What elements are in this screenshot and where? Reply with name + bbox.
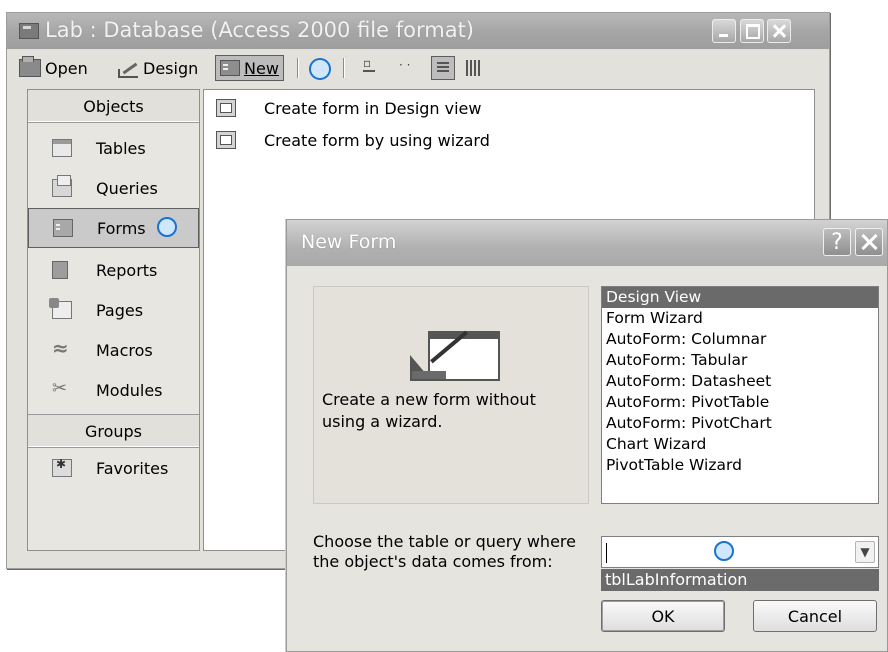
highlight-circle <box>714 541 734 561</box>
database-title: Lab : Database (Access 2000 file format) <box>45 18 474 42</box>
group-label: Favorites <box>96 458 169 478</box>
new-button[interactable]: New <box>215 55 284 81</box>
source-label: Choose the table or query where the obje… <box>313 532 576 571</box>
object-item-tables[interactable]: Tables <box>28 130 199 166</box>
cancel-button[interactable]: Cancel <box>753 600 877 632</box>
design-label: Design <box>143 58 199 78</box>
object-item-macros[interactable]: Macros <box>28 332 199 368</box>
list-item[interactable]: Design View <box>602 287 878 308</box>
list-item[interactable]: AutoForm: PivotTable <box>602 392 878 413</box>
new-form-icon <box>220 60 240 76</box>
toolbar-separator <box>297 58 299 78</box>
close-icon[interactable] <box>767 19 791 43</box>
preview-panel: Create a new form without using a wizard… <box>313 286 589 504</box>
object-item-forms[interactable]: Forms <box>28 208 199 248</box>
object-label: Reports <box>96 260 158 280</box>
object-label: Modules <box>96 380 163 400</box>
source-option[interactable]: tblLabInformation <box>601 569 879 591</box>
large-icons-icon[interactable] <box>359 56 381 78</box>
list-view-icon[interactable] <box>431 56 455 80</box>
object-label: Pages <box>96 300 144 320</box>
toolbar-separator <box>343 58 345 78</box>
object-item-modules[interactable]: Modules <box>28 372 199 408</box>
query-icon <box>52 175 72 197</box>
ok-button[interactable]: OK <box>601 600 725 632</box>
small-icons-icon[interactable] <box>397 58 419 78</box>
list-item[interactable]: AutoForm: Columnar <box>602 329 878 350</box>
new-label: New <box>244 58 279 78</box>
chevron-down-icon[interactable]: ▼ <box>855 541 875 563</box>
dialog-title: New Form <box>301 231 397 253</box>
list-item[interactable]: AutoForm: PivotChart <box>602 413 878 434</box>
highlight-circle <box>309 58 331 80</box>
source-combobox[interactable]: ▼ <box>601 536 879 568</box>
list-item[interactable]: Create form in Design view <box>216 96 481 120</box>
report-icon <box>52 261 68 279</box>
close-icon[interactable] <box>855 228 883 256</box>
page-icon <box>49 298 72 319</box>
design-button[interactable]: Design <box>117 55 198 81</box>
form-shortcut-icon <box>216 99 236 117</box>
group-item-favorites[interactable]: Favorites <box>28 450 199 486</box>
design-form-icon <box>402 330 502 395</box>
macro-icon <box>52 336 70 360</box>
form-type-list[interactable]: Design View Form Wizard AutoForm: Column… <box>601 286 879 504</box>
shortcut-label: Create form in Design view <box>264 98 482 118</box>
dialog-titlebar[interactable]: New Form ? <box>287 220 887 266</box>
object-label: Forms <box>97 218 146 238</box>
form-icon <box>53 219 73 237</box>
object-bar: Objects Tables Queries Forms Reports Pag… <box>27 89 200 551</box>
help-button[interactable]: ? <box>823 228 851 256</box>
list-item[interactable]: PivotTable Wizard <box>602 455 878 476</box>
minimize-icon[interactable] <box>712 19 736 43</box>
open-button[interactable]: Open <box>19 55 88 81</box>
list-item[interactable]: Chart Wizard <box>602 434 878 455</box>
list-item[interactable]: AutoForm: Datasheet <box>602 371 878 392</box>
form-shortcut-icon <box>216 131 236 149</box>
text-cursor <box>606 543 607 563</box>
database-toolbar: Open Design New <box>7 49 829 89</box>
object-label: Queries <box>96 178 158 198</box>
open-icon <box>19 56 41 77</box>
object-label: Tables <box>96 138 146 158</box>
objects-header[interactable]: Objects <box>28 90 199 123</box>
new-form-dialog: New Form ? Create a new form without usi… <box>286 219 888 652</box>
list-item[interactable]: Create form by using wizard <box>216 128 490 152</box>
details-view-icon[interactable] <box>463 58 485 78</box>
list-item[interactable]: AutoForm: Tabular <box>602 350 878 371</box>
database-icon <box>19 23 39 39</box>
maximize-icon[interactable] <box>740 19 764 43</box>
preview-description: Create a new form without using a wizard… <box>322 390 536 431</box>
open-label: Open <box>45 58 88 78</box>
table-icon <box>52 139 72 157</box>
object-item-pages[interactable]: Pages <box>28 292 199 328</box>
design-icon <box>117 59 139 78</box>
list-item[interactable]: Form Wizard <box>602 308 878 329</box>
favorites-icon <box>52 457 72 477</box>
groups-header[interactable]: Groups <box>28 414 199 448</box>
module-icon <box>52 378 70 399</box>
database-titlebar[interactable]: Lab : Database (Access 2000 file format) <box>7 13 829 49</box>
object-label: Macros <box>96 340 153 360</box>
object-item-queries[interactable]: Queries <box>28 170 199 206</box>
highlight-circle <box>157 217 177 237</box>
shortcut-label: Create form by using wizard <box>264 130 490 150</box>
object-item-reports[interactable]: Reports <box>28 252 199 288</box>
